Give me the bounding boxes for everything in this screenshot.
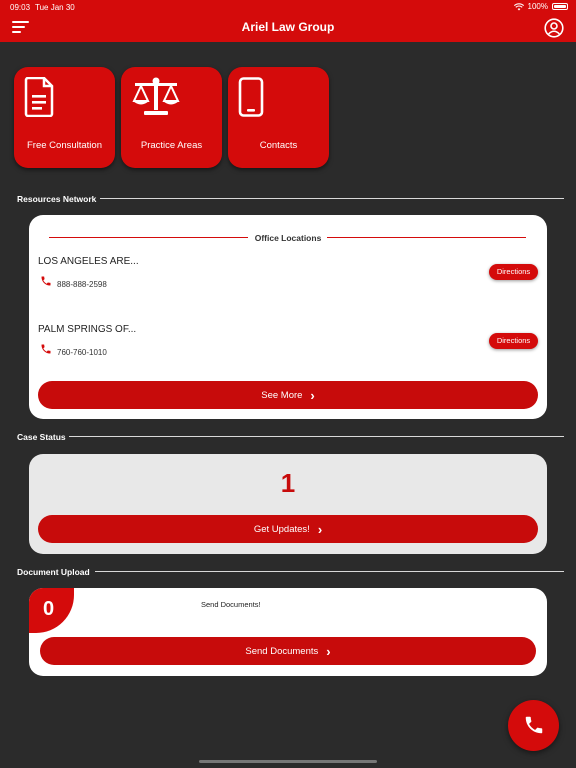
send-documents-label: Send Documents	[245, 645, 319, 657]
office-locations-title: Office Locations	[254, 233, 322, 243]
document-icon	[24, 77, 54, 117]
office-name: PALM SPRINGS OF...	[38, 324, 137, 335]
send-documents-text: Send Documents!	[201, 600, 261, 609]
contacts-tile[interactable]: Contacts	[228, 67, 329, 168]
section-title-resources: Resources Network	[17, 194, 97, 204]
section-divider	[100, 198, 564, 199]
free-consultation-tile[interactable]: Free Consultation	[14, 67, 115, 168]
see-more-button[interactable]: See More ›	[38, 381, 538, 409]
office-locations-card: Office Locations LOS ANGELES ARE... 888-…	[29, 215, 547, 419]
tile-label: Contacts	[259, 140, 298, 151]
get-updates-label: Get Updates!	[253, 523, 310, 535]
section-title-document-upload: Document Upload	[17, 567, 90, 577]
office-phone[interactable]: 888-888-2598	[57, 280, 107, 289]
document-count-badge: 0	[29, 588, 74, 633]
status-time: 09:03	[10, 3, 31, 12]
call-button[interactable]	[508, 700, 559, 751]
get-updates-button[interactable]: Get Updates! ›	[38, 515, 538, 543]
battery-icon	[552, 3, 568, 10]
wifi-icon	[513, 2, 524, 10]
top-app-bar: 09:03 Tue Jan 30 100% Ariel Law Group	[0, 0, 576, 42]
phone-icon	[525, 716, 543, 734]
phone-device-icon	[238, 77, 264, 117]
chevron-right-icon: ›	[326, 643, 331, 659]
section-title-case-status: Case Status	[17, 432, 66, 442]
phone-icon[interactable]	[40, 343, 52, 355]
see-more-label: See More	[261, 389, 303, 401]
directions-button[interactable]: Directions	[489, 264, 538, 280]
send-documents-button[interactable]: Send Documents ›	[40, 637, 536, 665]
profile-icon[interactable]	[544, 18, 564, 38]
directions-button[interactable]: Directions	[489, 333, 538, 349]
chevron-right-icon: ›	[317, 521, 323, 537]
case-count: 1	[280, 468, 296, 498]
status-date: Tue Jan 30	[35, 3, 75, 12]
office-phone[interactable]: 760-760-1010	[57, 348, 107, 357]
battery-percent: 100%	[527, 2, 548, 11]
case-status-card: 1 Get Updates! ›	[29, 454, 547, 554]
document-upload-card: 0 Send Documents! Send Documents ›	[29, 588, 547, 676]
tile-label: Free Consultation	[27, 140, 102, 151]
chevron-right-icon: ›	[310, 387, 315, 403]
home-indicator[interactable]	[199, 760, 377, 763]
practice-areas-tile[interactable]: Practice Areas	[121, 67, 222, 168]
section-divider	[69, 436, 564, 437]
section-divider	[95, 571, 564, 572]
scales-icon	[132, 77, 180, 115]
status-right: 100%	[513, 2, 568, 11]
app-title: Ariel Law Group	[241, 20, 335, 34]
office-title-line-right	[327, 237, 526, 238]
office-name: LOS ANGELES ARE...	[38, 256, 139, 267]
tile-label: Practice Areas	[140, 140, 203, 151]
phone-icon[interactable]	[40, 275, 52, 287]
